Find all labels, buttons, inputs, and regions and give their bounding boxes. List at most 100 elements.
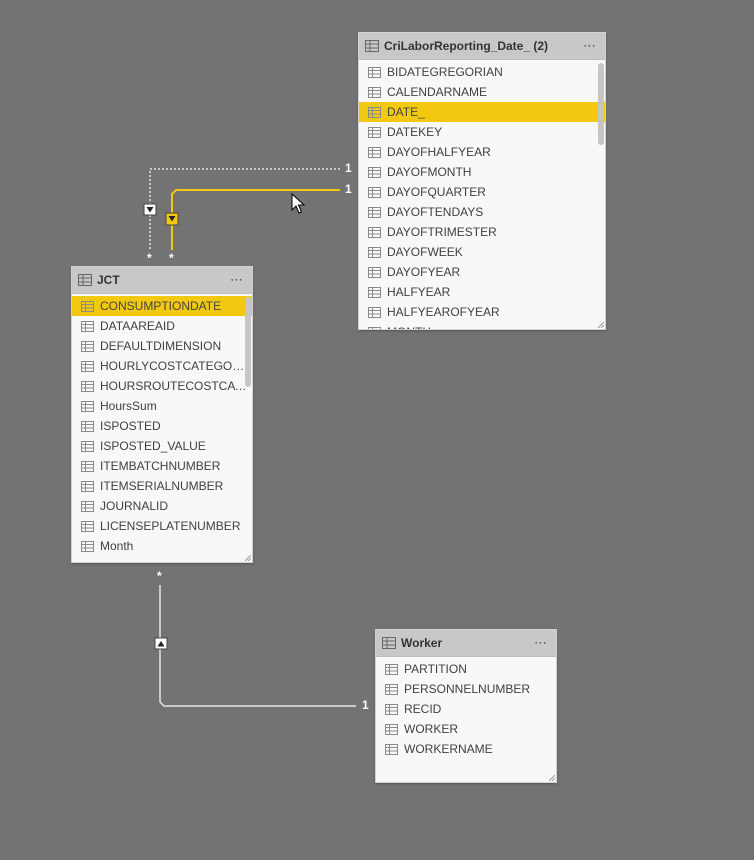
field-row[interactable]: ISPOSTED_VALUE: [72, 436, 252, 456]
field-name: ISPOSTED_VALUE: [100, 439, 206, 453]
field-row[interactable]: WORKER: [376, 719, 556, 739]
field-name: ITEMBATCHNUMBER: [100, 459, 221, 473]
field-name: BIDATEGREGORIAN: [387, 65, 503, 79]
table-icon: [365, 40, 379, 52]
field-row[interactable]: BIDATEGREGORIAN: [359, 62, 605, 82]
column-icon: [81, 360, 94, 372]
field-row[interactable]: CALENDARNAME: [359, 82, 605, 102]
field-name: DAYOFHALFYEAR: [387, 145, 491, 159]
field-row[interactable]: DAYOFQUARTER: [359, 182, 605, 202]
field-row[interactable]: JOURNALID: [72, 496, 252, 516]
field-row[interactable]: CONSUMPTIONDATE: [72, 296, 252, 316]
field-row[interactable]: MONTH: [359, 322, 605, 329]
field-list: BIDATEGREGORIAN CALENDARNAME DATE_ DATEKEY D…: [359, 60, 605, 329]
field-row[interactable]: ITEMSERIALNUMBER: [72, 476, 252, 496]
column-icon: [81, 460, 94, 472]
field-name: DATE_: [387, 105, 425, 119]
cardinality-many-label: *: [169, 251, 174, 265]
field-name: CONSUMPTIONDATE: [100, 299, 222, 313]
field-row[interactable]: DAYOFWEEK: [359, 242, 605, 262]
resize-grip-icon[interactable]: [598, 322, 604, 328]
resize-grip-icon[interactable]: [245, 555, 251, 561]
column-icon: [368, 146, 381, 158]
field-row[interactable]: DAYOFYEAR: [359, 262, 605, 282]
field-name: LICENSEPLATENUMBER: [100, 519, 241, 533]
column-icon: [368, 286, 381, 298]
field-row[interactable]: HALFYEAROFYEAR: [359, 302, 605, 322]
field-list: CONSUMPTIONDATE DATAAREAID DEFAULTDIMENSIO…: [72, 294, 252, 556]
table-title: JCT: [97, 273, 120, 287]
field-row[interactable]: DATAAREAID: [72, 316, 252, 336]
column-icon: [385, 723, 398, 735]
column-icon: [81, 320, 94, 332]
field-name: PERSONNELNUMBER: [404, 682, 531, 696]
column-icon: [385, 703, 398, 715]
column-icon: [368, 306, 381, 318]
column-icon: [368, 226, 381, 238]
mouse-cursor-icon: [291, 193, 305, 214]
column-icon: [368, 246, 381, 258]
column-icon: [368, 86, 381, 98]
relationship-line-active[interactable]: [171, 189, 340, 250]
column-icon: [81, 500, 94, 512]
field-row[interactable]: HOURSROUTECOSTCATE...: [72, 376, 252, 396]
more-options-icon[interactable]: ⋯: [581, 39, 599, 54]
table-icon: [382, 637, 396, 649]
more-options-icon[interactable]: ⋯: [228, 273, 246, 288]
field-name: DAYOFWEEK: [387, 245, 463, 259]
field-row[interactable]: PARTITION: [376, 659, 556, 679]
model-view-canvas[interactable]: 1 1 * * * 1 CriLaborReporting_Date_ (2) …: [0, 0, 754, 860]
table-card-crilaborreporting[interactable]: CriLaborReporting_Date_ (2) ⋯ BIDATEGREG…: [358, 32, 606, 330]
field-name: JOURNALID: [100, 499, 169, 513]
field-row[interactable]: RECID: [376, 699, 556, 719]
field-name: RECID: [404, 702, 442, 716]
resize-grip-icon[interactable]: [549, 775, 555, 781]
field-row[interactable]: DATE_: [359, 102, 605, 122]
column-icon: [81, 480, 94, 492]
table-header[interactable]: CriLaborReporting_Date_ (2) ⋯: [359, 33, 605, 60]
field-name: PARTITION: [404, 662, 467, 676]
field-row[interactable]: LICENSEPLATENUMBER: [72, 516, 252, 536]
field-row[interactable]: DEFAULTDIMENSION: [72, 336, 252, 356]
field-name: WORKER: [404, 722, 458, 736]
column-icon: [368, 106, 381, 118]
cardinality-one-label: 1: [345, 182, 352, 196]
scrollbar[interactable]: [598, 63, 604, 145]
field-name: HALFYEAROFYEAR: [387, 305, 500, 319]
field-row[interactable]: WORKERNAME: [376, 739, 556, 759]
field-row[interactable]: DAYOFTENDAYS: [359, 202, 605, 222]
field-row[interactable]: Month: [72, 536, 252, 556]
field-name: WORKERNAME: [404, 742, 493, 756]
cardinality-many-label: *: [147, 251, 152, 265]
column-icon: [81, 420, 94, 432]
column-icon: [385, 663, 398, 675]
more-options-icon[interactable]: ⋯: [532, 636, 550, 651]
table-card-worker[interactable]: Worker ⋯ PARTITION PERSONNELNUMBER RECID WO…: [375, 629, 557, 783]
column-icon: [385, 683, 398, 695]
field-row[interactable]: DATEKEY: [359, 122, 605, 142]
column-icon: [368, 126, 381, 138]
field-row[interactable]: HOURLYCOSTCATEGORY...: [72, 356, 252, 376]
field-row[interactable]: HoursSum: [72, 396, 252, 416]
column-icon: [81, 520, 94, 532]
field-name: DAYOFYEAR: [387, 265, 461, 279]
field-row[interactable]: DAYOFTRIMESTER: [359, 222, 605, 242]
field-row[interactable]: PERSONNELNUMBER: [376, 679, 556, 699]
field-name: DATEKEY: [387, 125, 443, 139]
relationship-line-inactive[interactable]: [149, 168, 340, 250]
field-row[interactable]: DAYOFHALFYEAR: [359, 142, 605, 162]
column-icon: [81, 380, 94, 392]
table-header[interactable]: Worker ⋯: [376, 630, 556, 657]
relationship-line-worker[interactable]: [159, 585, 356, 707]
field-name: ISPOSTED: [100, 419, 161, 433]
table-header[interactable]: JCT ⋯: [72, 267, 252, 294]
field-name: DAYOFMONTH: [387, 165, 472, 179]
table-card-jct[interactable]: JCT ⋯ CONSUMPTIONDATE DATAAREAID DEFAULTDI…: [71, 266, 253, 563]
scrollbar[interactable]: [245, 297, 251, 387]
field-name: DAYOFTRIMESTER: [387, 225, 497, 239]
field-row[interactable]: DAYOFMONTH: [359, 162, 605, 182]
field-row[interactable]: ISPOSTED: [72, 416, 252, 436]
field-name: HOURSROUTECOSTCATE...: [100, 379, 252, 393]
field-row[interactable]: ITEMBATCHNUMBER: [72, 456, 252, 476]
field-row[interactable]: HALFYEAR: [359, 282, 605, 302]
